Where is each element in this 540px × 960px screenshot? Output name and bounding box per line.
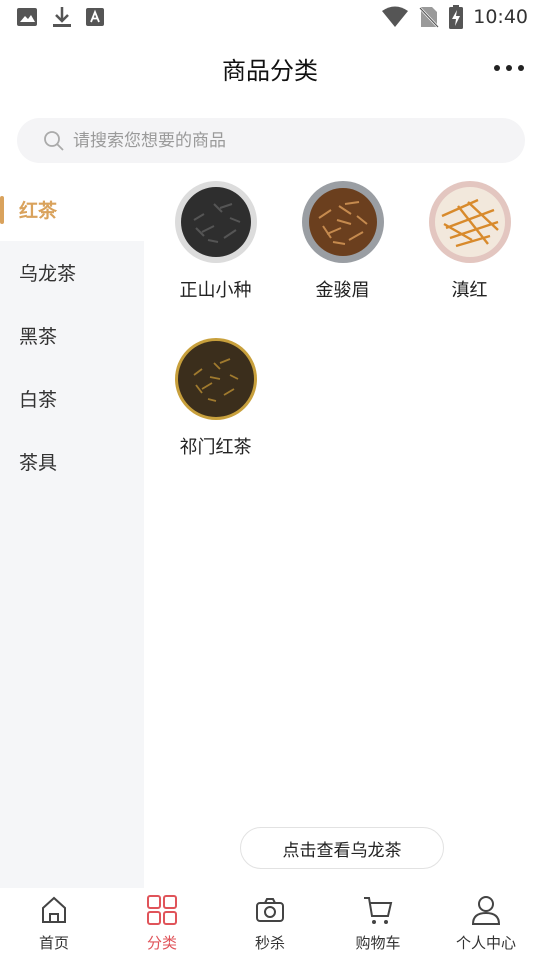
tab-label: 购物车 [355,934,401,952]
status-bar: 10:40 [0,0,540,36]
tab-home[interactable]: 首页 [0,888,108,960]
product-image [174,181,257,263]
sidebar-item-white-tea[interactable]: 白茶 [0,367,144,430]
product-image [428,181,511,263]
product-name: 正山小种 [179,280,252,301]
tab-profile[interactable]: 个人中心 [432,888,540,960]
sidebar-item-label: 红茶 [19,200,58,222]
product-name: 祁门红茶 [179,437,252,458]
sidebar-item-label: 黑茶 [19,326,58,348]
tab-label: 首页 [38,934,69,952]
font-icon [86,8,104,26]
search-input[interactable] [71,129,475,152]
category-sidebar: 红茶 乌龙茶 黑茶 白茶 茶具 [0,178,144,888]
product-grid: 正山小种 金骏眉 滇红 祁门红茶 [152,180,540,494]
sidebar-item-oolong[interactable]: 乌龙茶 [0,241,144,304]
tab-label: 个人中心 [455,934,516,952]
search-bar[interactable] [17,118,525,163]
grid-icon [147,895,177,925]
product-item[interactable]: 金骏眉 [279,180,406,337]
tab-cart[interactable]: 购物车 [324,888,432,960]
cart-icon [364,897,393,924]
search-icon [44,130,64,151]
user-icon [471,896,501,925]
sidebar-item-dark-tea[interactable]: 黑茶 [0,304,144,367]
flash-sale-icon [256,898,284,922]
sidebar-item-black-tea[interactable]: 红茶 [0,178,144,241]
no-sim-icon [419,7,440,28]
product-item[interactable]: 滇红 [406,180,533,337]
product-name: 滇红 [451,280,488,301]
page-header: 商品分类 [0,36,540,102]
tab-label: 秒杀 [254,934,285,952]
sidebar-item-label: 白茶 [19,389,58,411]
product-image [174,338,257,420]
product-image [301,181,384,263]
page-title: 商品分类 [222,57,318,85]
more-dots-icon[interactable] [494,56,524,80]
sidebar-item-teaware[interactable]: 茶具 [0,430,144,493]
product-item[interactable]: 正山小种 [152,180,279,337]
home-icon [42,896,66,923]
view-next-category-button[interactable]: 点击查看乌龙茶 [240,827,444,869]
product-name: 金骏眉 [315,280,370,301]
tab-flash-sale[interactable]: 秒杀 [216,888,324,960]
product-item[interactable]: 祁门红茶 [152,337,279,494]
sidebar-item-label: 乌龙茶 [19,263,77,285]
battery-charging-icon [449,5,464,29]
status-time: 10:40 [473,6,528,28]
tab-category[interactable]: 分类 [108,888,216,960]
download-icon [53,7,71,27]
wifi-icon [382,6,409,27]
bottom-tab-bar: 首页 分类 秒杀 购物车 个人中心 [0,888,540,960]
sidebar-item-label: 茶具 [19,452,58,474]
tab-label: 分类 [146,934,177,952]
image-icon [17,8,37,26]
